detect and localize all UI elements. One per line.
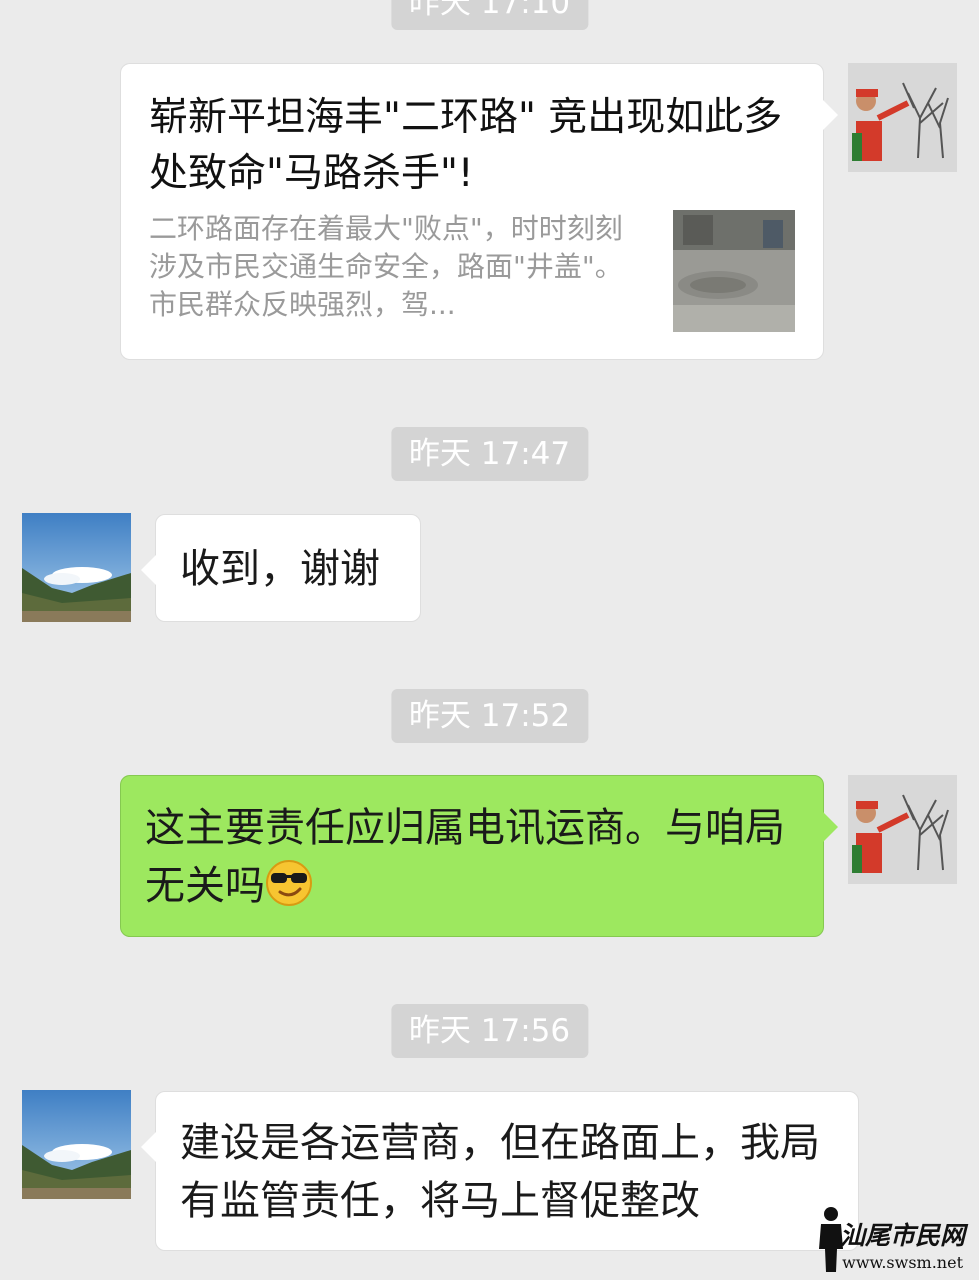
self-avatar[interactable]	[848, 775, 957, 884]
watermark-url: www.swsm.net	[842, 1253, 963, 1272]
timestamp: 昨天 17:47	[390, 427, 589, 481]
message-text: 这主要责任应归属电讯运商。与咱局无关吗	[145, 805, 785, 909]
sunglasses-emoji	[266, 860, 312, 906]
avatar-image	[22, 513, 131, 622]
message-text: 建设是各运营商，但在路面上，我局有监管责任，将马上督促整改	[180, 1120, 820, 1224]
message-text: 收到，谢谢	[180, 546, 380, 592]
watermark-logo: 汕尾市民网 www.swsm.net	[811, 1204, 971, 1274]
link-card-bubble[interactable]: 崭新平坦海丰"二环路" 竞出现如此多处致命"马路杀手"! 二环路面存在着最大"败…	[120, 63, 838, 360]
avatar-image	[22, 1090, 131, 1199]
timestamp: 昨天 17:10	[390, 0, 589, 30]
avatar-image	[848, 63, 957, 172]
self-message-bubble[interactable]: 这主要责任应归属电讯运商。与咱局无关吗	[120, 775, 838, 937]
contact-avatar[interactable]	[22, 1090, 131, 1199]
link-card-description: 二环路面存在着最大"败点"，时时刻刻涉及市民交通生命安全，路面"井盖"。市民群众…	[149, 212, 623, 321]
link-card-title: 崭新平坦海丰"二环路" 竞出现如此多处致命"马路杀手"!	[149, 95, 783, 196]
contact-message-bubble[interactable]: 收到，谢谢	[141, 514, 421, 622]
watermark-name: 汕尾市民网	[839, 1221, 965, 1250]
self-avatar[interactable]	[848, 63, 957, 172]
timestamp: 昨天 17:52	[390, 689, 589, 743]
contact-avatar[interactable]	[22, 513, 131, 622]
timestamp: 昨天 17:56	[390, 1004, 589, 1058]
avatar-image	[848, 775, 957, 884]
link-card-thumbnail	[673, 210, 795, 332]
contact-message-bubble[interactable]: 建设是各运营商，但在路面上，我局有监管责任，将马上督促整改	[141, 1091, 859, 1251]
